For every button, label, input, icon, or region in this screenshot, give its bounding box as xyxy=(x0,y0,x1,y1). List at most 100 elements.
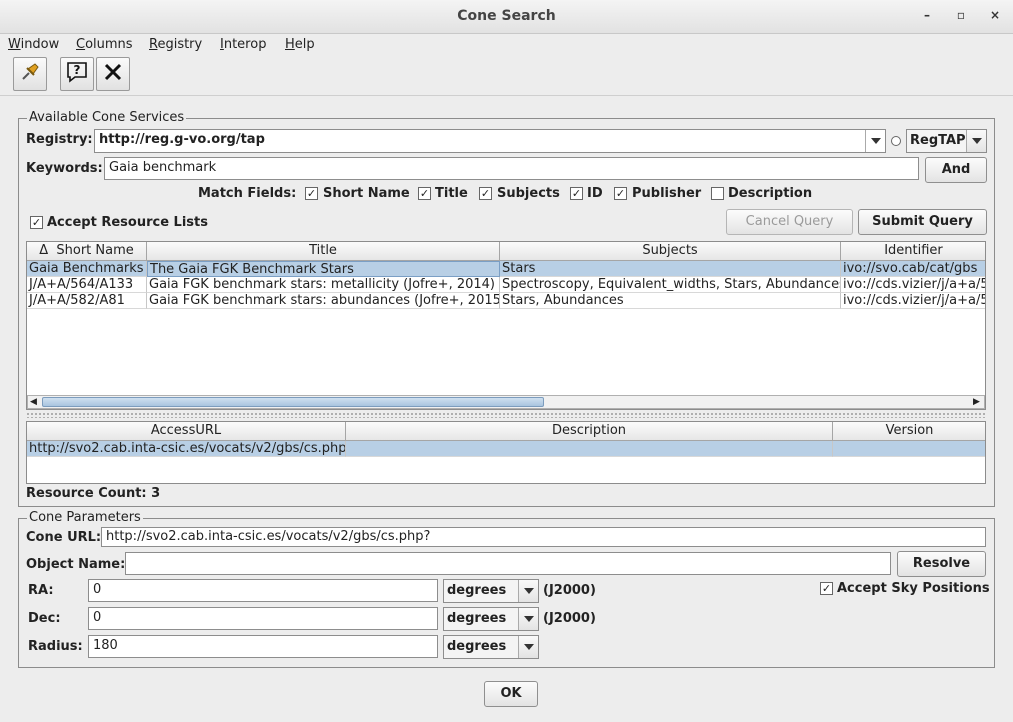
menu-help[interactable]: Help xyxy=(285,37,315,52)
cone-url-input[interactable]: http://svo2.cab.inta-csic.es/vocats/v2/g… xyxy=(101,527,986,547)
accept-sky-positions-checkbox[interactable]: ✓ xyxy=(820,582,833,595)
scrollbar-thumb[interactable] xyxy=(42,397,544,407)
access-table: AccessURL Description Version http://svo… xyxy=(26,421,986,484)
ra-input[interactable]: 0 xyxy=(88,579,438,602)
column-header-shortname[interactable]: Δ Short Name xyxy=(27,242,147,261)
match-title-label: Title xyxy=(435,186,468,201)
table-cell[interactable]: ivo://cds.vizier/j/a+a/56 xyxy=(841,277,985,293)
services-legend: Available Cone Services xyxy=(27,110,187,125)
ra-unit-value: degrees xyxy=(447,583,507,598)
keywords-label: Keywords: xyxy=(26,161,103,176)
close-window-button[interactable]: × xyxy=(986,8,1004,26)
scroll-right-icon[interactable]: ▶ xyxy=(973,398,980,407)
close-button[interactable] xyxy=(96,57,130,91)
split-pane-divider[interactable] xyxy=(26,412,986,418)
table-cell[interactable]: The Gaia FGK Benchmark Stars xyxy=(147,261,500,277)
resolve-button[interactable]: Resolve xyxy=(897,551,986,577)
and-button[interactable]: And xyxy=(925,157,987,183)
menu-window[interactable]: Window xyxy=(8,37,59,52)
pin-button[interactable] xyxy=(13,57,47,91)
match-shortname-label: Short Name xyxy=(323,186,410,201)
radius-label: Radius: xyxy=(28,639,83,654)
match-id-label: ID xyxy=(587,186,603,201)
column-header-identifier[interactable]: Identifier xyxy=(841,242,985,261)
accept-sky-positions-label: Accept Sky Positions xyxy=(837,581,990,596)
column-header-accessurl[interactable]: AccessURL xyxy=(27,422,346,441)
match-id-checkbox[interactable]: ✓ xyxy=(570,187,583,200)
match-shortname-checkbox[interactable]: ✓ xyxy=(305,187,318,200)
column-header-version[interactable]: Version xyxy=(833,422,985,441)
table-cell[interactable] xyxy=(833,441,985,457)
table-cell[interactable]: Gaia FGK benchmark stars: abundances (Jo… xyxy=(147,293,500,309)
ra-epoch-label: (J2000) xyxy=(543,583,596,598)
match-publisher-checkbox[interactable]: ✓ xyxy=(614,187,627,200)
table-cell[interactable]: Stars xyxy=(500,261,841,277)
match-description-label: Description xyxy=(728,186,813,201)
table-cell[interactable] xyxy=(346,441,833,457)
horizontal-scrollbar[interactable]: ◀ ▶ xyxy=(27,395,985,409)
cone-url-label: Cone URL: xyxy=(26,530,102,545)
services-table: Δ Short Name Title Subjects Identifier G… xyxy=(26,241,986,410)
column-header-title[interactable]: Title xyxy=(147,242,500,261)
match-description-checkbox[interactable] xyxy=(711,187,724,200)
pin-icon xyxy=(19,61,41,87)
ra-label: RA: xyxy=(28,583,54,598)
object-name-input[interactable] xyxy=(125,552,891,575)
match-subjects-label: Subjects xyxy=(497,186,560,201)
dec-unit-value: degrees xyxy=(447,611,507,626)
table-cell[interactable]: ivo://svo.cab/cat/gbs xyxy=(841,261,985,277)
menu-interop[interactable]: Interop xyxy=(220,37,266,52)
minimize-button[interactable]: – xyxy=(918,8,936,26)
maximize-button[interactable]: ▫ xyxy=(952,8,970,26)
toolbar: ? xyxy=(0,56,1013,96)
resource-count: Resource Count: 3 xyxy=(26,486,161,501)
help-button[interactable]: ? xyxy=(60,57,94,91)
accept-resource-lists-checkbox[interactable]: ✓ xyxy=(30,216,43,229)
object-name-label: Object Name: xyxy=(26,557,126,572)
protocol-value: RegTAP xyxy=(910,133,966,148)
ra-unit-select[interactable]: degrees xyxy=(443,579,539,603)
dec-unit-select[interactable]: degrees xyxy=(443,607,539,631)
registry-url-combo[interactable]: http://reg.g-vo.org/tap xyxy=(94,129,886,153)
registry-label: Registry: xyxy=(26,132,93,147)
match-subjects-checkbox[interactable]: ✓ xyxy=(479,187,492,200)
table-cell[interactable]: ivo://cds.vizier/j/a+a/58 xyxy=(841,293,985,309)
column-header-description[interactable]: Description xyxy=(346,422,833,441)
radius-unit-select[interactable]: degrees xyxy=(443,635,539,659)
table-cell[interactable]: Gaia FGK benchmark stars: metallicity (J… xyxy=(147,277,500,293)
window-title: Cone Search xyxy=(457,8,556,24)
registry-url: http://reg.g-vo.org/tap xyxy=(99,132,265,147)
dec-input[interactable]: 0 xyxy=(88,607,438,630)
protocol-dropdown-icon xyxy=(966,130,986,152)
ra-unit-dropdown-icon xyxy=(518,580,538,602)
registry-dropdown-icon[interactable] xyxy=(865,130,885,152)
table-cell[interactable]: J/A+A/582/A81 xyxy=(27,293,147,309)
keywords-input[interactable]: Gaia benchmark xyxy=(104,157,919,180)
cancel-query-button[interactable]: Cancel Query xyxy=(726,209,853,235)
table-cell[interactable]: Gaia Benchmarks xyxy=(27,261,147,277)
column-header-subjects[interactable]: Subjects xyxy=(500,242,841,261)
dec-unit-dropdown-icon xyxy=(518,608,538,630)
radius-unit-value: degrees xyxy=(447,639,507,654)
table-cell[interactable]: Spectroscopy, Equivalent_widths, Stars, … xyxy=(500,277,841,293)
menu-columns[interactable]: Columns xyxy=(76,37,133,52)
menu-registry[interactable]: Registry xyxy=(149,37,202,52)
ok-button[interactable]: OK xyxy=(484,681,538,707)
scroll-left-icon[interactable]: ◀ xyxy=(30,398,37,407)
cone-parameters-legend: Cone Parameters xyxy=(27,510,143,525)
match-publisher-label: Publisher xyxy=(632,186,702,201)
help-icon: ? xyxy=(65,60,89,88)
radius-input[interactable]: 180 xyxy=(88,635,438,658)
match-title-checkbox[interactable]: ✓ xyxy=(418,187,431,200)
table-cell[interactable]: http://svo2.cab.inta-csic.es/vocats/v2/g… xyxy=(27,441,346,457)
svg-text:?: ? xyxy=(74,63,81,77)
table-cell[interactable]: Stars, Abundances xyxy=(500,293,841,309)
close-icon xyxy=(102,61,124,87)
submit-query-button[interactable]: Submit Query xyxy=(858,209,987,235)
menu-bar: Window Columns Registry Interop Help xyxy=(0,34,1013,56)
radio-icon[interactable] xyxy=(891,136,901,146)
sort-ascending-icon: Δ xyxy=(39,243,49,258)
table-cell[interactable]: J/A+A/564/A133 xyxy=(27,277,147,293)
accept-resource-lists-label: Accept Resource Lists xyxy=(47,215,208,230)
protocol-combo[interactable]: RegTAP xyxy=(906,129,987,153)
